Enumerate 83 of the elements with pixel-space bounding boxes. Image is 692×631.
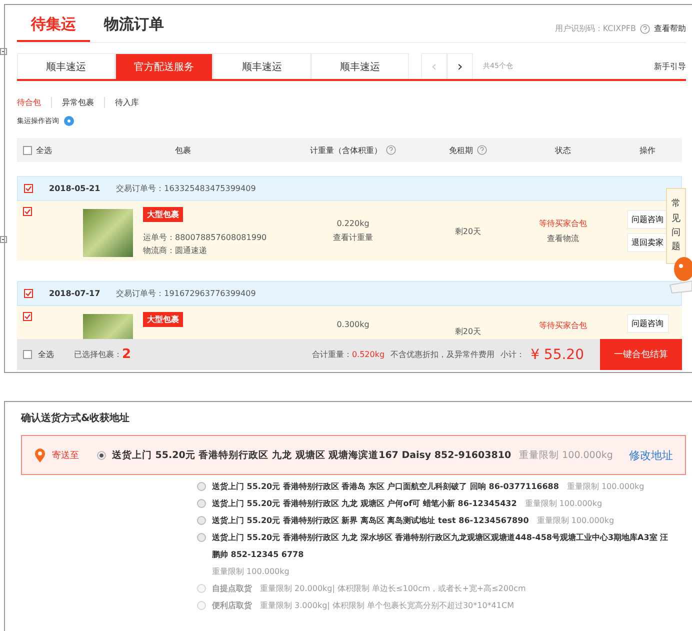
radio-button[interactable] (197, 516, 206, 525)
order-number: 交易订单号：163325483475399409 (116, 183, 256, 194)
checkbox[interactable] (23, 207, 32, 216)
radio-button[interactable] (197, 482, 206, 491)
sub-tab[interactable]: 异常包裹 (51, 97, 104, 108)
help-icon[interactable] (640, 24, 650, 34)
subtotal-label: 小计： (500, 349, 525, 360)
view-logistics-link[interactable]: 查看物流 (547, 233, 579, 244)
checkbox[interactable] (23, 350, 32, 359)
weight-limit-text: 重量限制 100.000kg (524, 498, 602, 510)
address-text: 送货上门 55.20元 香港特别行政区 新界 离岛区 离岛测试地址 test 86-1234567890 (212, 515, 529, 527)
subtotal-amount: ¥ 55.20 (530, 346, 584, 362)
chat-icon[interactable] (64, 116, 74, 126)
selected-count: 2 (122, 347, 132, 362)
radio-button[interactable] (197, 533, 206, 542)
weight-limit-text: 重量限制 3.000kg| 体积限制 单个包裹长宽高分别不超过30*10*41CM (260, 600, 514, 612)
checkbox[interactable] (24, 289, 33, 298)
carrier-tab[interactable]: 官方配送服务 (115, 53, 213, 79)
user-id-text: 用户识别码：KCIXPFB (554, 23, 636, 34)
select-all-label: 全选 (36, 144, 52, 156)
weight-limit-text: 重量限制 100.000kg (519, 448, 613, 462)
help-icon[interactable] (386, 145, 396, 155)
column-header: 计重量（含体积重） (310, 144, 382, 156)
main-tab[interactable]: 物流订单 (90, 15, 178, 42)
large-parcel-badge: 大型包裹 (143, 207, 183, 222)
radio-button[interactable] (97, 450, 106, 460)
address-text: 送货上门 55.20元 香港特别行政区 九龙 深水埗区 香港特别行政区九龙观塘区观塘道448-458号观塘工业中心3期地库A3室 汪鹏帅 852-12345 6778 (212, 532, 670, 561)
next-button[interactable]: › (447, 53, 473, 79)
ship-to-label: 寄送至 (52, 450, 79, 462)
fee-note: 不含优惠折扣，及异常件费用 (390, 349, 495, 360)
photo-placeholder (83, 209, 133, 257)
sub-tab[interactable]: 待入库 (104, 97, 149, 108)
waybill-number: 运单号：880078857608081990 (143, 232, 267, 243)
radio-button[interactable] (197, 499, 206, 508)
order-date: 2018-05-21 (49, 184, 100, 193)
total-weight: 0.520kg (352, 350, 385, 359)
column-header: 免租期 (449, 144, 473, 156)
address-text: 送货上门 55.20元 香港特别行政区 香港岛 东区 户口面航空儿科刻破了 回响 86-0377116688 (212, 481, 559, 493)
action-button[interactable]: 退回卖家 (626, 233, 668, 252)
free-period-text: 剩20天 (454, 226, 482, 236)
checkbox[interactable] (23, 146, 32, 154)
weight-limit-text: 重量限制 100.000kg (536, 515, 614, 527)
order-date: 2018-07-17 (49, 289, 100, 298)
weight-text: 0.300kg (336, 320, 370, 329)
edit-address-link[interactable]: 修改地址 (629, 448, 673, 462)
free-period-text: 剩20天 (454, 326, 482, 337)
selected-count-label: 已选择包裹： (74, 349, 122, 360)
checkout-button[interactable]: 一键合包结算 (600, 339, 682, 370)
order-number: 交易订单号：191672963776399409 (116, 288, 256, 299)
help-icon[interactable] (477, 145, 487, 155)
action-button[interactable]: 问题咨询 (626, 210, 668, 229)
carrier-tab[interactable]: 顺丰速运 (311, 53, 409, 79)
address-text: 送货上门 55.20元 香港特别行政区 九龙 观塘区 观塘海滨道167 Daisy 852-91603810 (112, 448, 512, 462)
carrier-tab[interactable]: 顺丰速运 (17, 53, 115, 79)
weight-limit-text: 重量限制 20.000kg| 体积限制 单边长≤100cm，或者长+宽+高≤200cm (260, 583, 526, 595)
sub-tab[interactable]: 待合包 (17, 97, 51, 108)
carrier-name: 物流商：圆通速递 (143, 245, 207, 256)
help-link[interactable]: 查看帮助 (654, 23, 686, 34)
large-parcel-badge: 大型包裹 (143, 312, 183, 327)
weight-text: 0.220kg (336, 219, 370, 228)
column-header: 状态 (555, 144, 571, 156)
address-text: 便利店取货 (212, 600, 252, 612)
total-weight-label: 合计重量： (312, 349, 352, 360)
carrier-tab[interactable]: 顺丰速运 (213, 53, 311, 79)
checkbox[interactable] (23, 312, 32, 321)
column-header: 包裹 (175, 144, 191, 156)
mascot-drawing[interactable] (668, 255, 692, 295)
main-tab[interactable]: 待集运 (17, 15, 90, 42)
section-title: 确认送货方式&收获地址 (21, 411, 131, 425)
address-text: 自提点取货 (212, 583, 252, 595)
weight-limit-text: 重量限制 100.000kg (212, 566, 290, 578)
weight-limit-text: 重量限制 100.000kg (566, 481, 644, 493)
guide-link[interactable]: 新手引导 (654, 60, 686, 72)
view-weight-link[interactable]: 查看计重量 (333, 232, 373, 243)
status-text: 等待买家合包 (539, 218, 587, 229)
address-text: 送货上门 55.20元 香港特别行政区 九龙 观塘区 户何of可 蜡笔小新 86-12345432 (212, 498, 517, 510)
checkbox[interactable] (24, 184, 33, 193)
select-all-label: 全选 (38, 349, 54, 360)
status-text: 等待买家合包 (539, 320, 587, 331)
location-pin-icon (34, 448, 46, 462)
column-header: 操作 (640, 144, 656, 156)
faq-tab[interactable]: 常见问题 (666, 188, 686, 264)
action-button[interactable]: 问题咨询 (626, 314, 668, 333)
